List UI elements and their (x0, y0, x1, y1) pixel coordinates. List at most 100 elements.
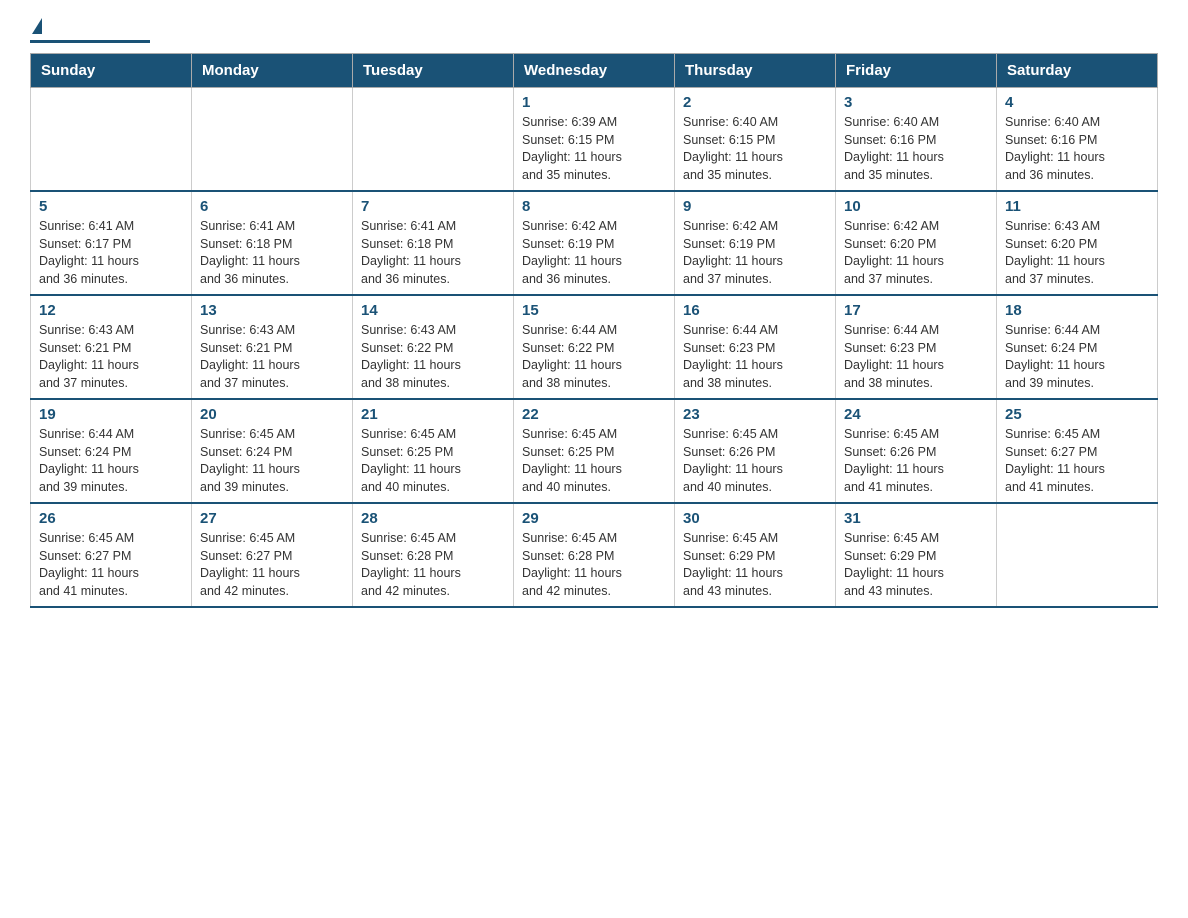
day-number: 2 (683, 94, 827, 111)
day-info: Sunrise: 6:42 AM Sunset: 6:19 PM Dayligh… (522, 218, 666, 288)
day-number: 23 (683, 406, 827, 423)
column-header-sunday: Sunday (31, 54, 192, 88)
calendar-week-row: 1 Sunrise: 6:39 AM Sunset: 6:15 PM Daylig… (31, 88, 1158, 192)
calendar-cell: 20 Sunrise: 6:45 AM Sunset: 6:24 PM Dayli… (192, 399, 353, 503)
day-number: 30 (683, 510, 827, 527)
day-info: Sunrise: 6:42 AM Sunset: 6:20 PM Dayligh… (844, 218, 988, 288)
day-info: Sunrise: 6:44 AM Sunset: 6:22 PM Dayligh… (522, 322, 666, 392)
day-info: Sunrise: 6:41 AM Sunset: 6:17 PM Dayligh… (39, 218, 183, 288)
day-number: 29 (522, 510, 666, 527)
calendar-cell: 13 Sunrise: 6:43 AM Sunset: 6:21 PM Dayli… (192, 295, 353, 399)
calendar-week-row: 12 Sunrise: 6:43 AM Sunset: 6:21 PM Dayli… (31, 295, 1158, 399)
day-info: Sunrise: 6:40 AM Sunset: 6:16 PM Dayligh… (1005, 114, 1149, 184)
day-number: 1 (522, 94, 666, 111)
calendar-cell: 25 Sunrise: 6:45 AM Sunset: 6:27 PM Dayli… (997, 399, 1158, 503)
column-header-thursday: Thursday (675, 54, 836, 88)
day-number: 11 (1005, 198, 1149, 215)
calendar-cell: 3Sunrise: 6:40 AM Sunset: 6:16 PM Daylig… (836, 88, 997, 192)
day-number: 18 (1005, 302, 1149, 319)
calendar-week-row: 5 Sunrise: 6:41 AM Sunset: 6:17 PM Daylig… (31, 191, 1158, 295)
day-info: Sunrise: 6:43 AM Sunset: 6:22 PM Dayligh… (361, 322, 505, 392)
logo-underline (30, 40, 150, 43)
day-number: 13 (200, 302, 344, 319)
day-info: Sunrise: 6:45 AM Sunset: 6:25 PM Dayligh… (522, 426, 666, 496)
day-info: Sunrise: 6:44 AM Sunset: 6:23 PM Dayligh… (844, 322, 988, 392)
day-number: 24 (844, 406, 988, 423)
calendar-cell: 1 Sunrise: 6:39 AM Sunset: 6:15 PM Daylig… (514, 88, 675, 192)
calendar-cell: 16 Sunrise: 6:44 AM Sunset: 6:23 PM Dayli… (675, 295, 836, 399)
day-number: 26 (39, 510, 183, 527)
day-number: 22 (522, 406, 666, 423)
day-number: 25 (1005, 406, 1149, 423)
calendar-cell: 14 Sunrise: 6:43 AM Sunset: 6:22 PM Dayli… (353, 295, 514, 399)
calendar-cell: 21 Sunrise: 6:45 AM Sunset: 6:25 PM Dayli… (353, 399, 514, 503)
day-info: Sunrise: 6:43 AM Sunset: 6:21 PM Dayligh… (39, 322, 183, 392)
calendar-cell: 29 Sunrise: 6:45 AM Sunset: 6:28 PM Dayli… (514, 503, 675, 607)
day-info: Sunrise: 6:42 AM Sunset: 6:19 PM Dayligh… (683, 218, 827, 288)
calendar-cell: 27 Sunrise: 6:45 AM Sunset: 6:27 PM Dayli… (192, 503, 353, 607)
day-info: Sunrise: 6:43 AM Sunset: 6:21 PM Dayligh… (200, 322, 344, 392)
day-info: Sunrise: 6:45 AM Sunset: 6:26 PM Dayligh… (683, 426, 827, 496)
calendar-cell: 4 Sunrise: 6:40 AM Sunset: 6:16 PM Daylig… (997, 88, 1158, 192)
day-number: 15 (522, 302, 666, 319)
day-info: Sunrise: 6:45 AM Sunset: 6:27 PM Dayligh… (1005, 426, 1149, 496)
calendar-cell: 22 Sunrise: 6:45 AM Sunset: 6:25 PM Dayli… (514, 399, 675, 503)
day-number: 19 (39, 406, 183, 423)
day-info: Sunrise: 6:45 AM Sunset: 6:28 PM Dayligh… (522, 530, 666, 600)
day-info: Sunrise: 6:39 AM Sunset: 6:15 PM Dayligh… (522, 114, 666, 184)
calendar-cell: 18 Sunrise: 6:44 AM Sunset: 6:24 PM Dayli… (997, 295, 1158, 399)
logo (30, 20, 150, 43)
day-number: 20 (200, 406, 344, 423)
day-info: Sunrise: 6:44 AM Sunset: 6:23 PM Dayligh… (683, 322, 827, 392)
calendar-header-row: SundayMondayTuesdayWednesdayThursdayFrid… (31, 54, 1158, 88)
calendar-cell: 15 Sunrise: 6:44 AM Sunset: 6:22 PM Dayli… (514, 295, 675, 399)
calendar-cell: 30Sunrise: 6:45 AM Sunset: 6:29 PM Dayli… (675, 503, 836, 607)
calendar-cell (192, 88, 353, 192)
calendar-cell: 6Sunrise: 6:41 AM Sunset: 6:18 PM Daylig… (192, 191, 353, 295)
day-number: 4 (1005, 94, 1149, 111)
day-number: 3 (844, 94, 988, 111)
day-info: Sunrise: 6:45 AM Sunset: 6:24 PM Dayligh… (200, 426, 344, 496)
day-number: 6 (200, 198, 344, 215)
day-number: 12 (39, 302, 183, 319)
day-info: Sunrise: 6:45 AM Sunset: 6:28 PM Dayligh… (361, 530, 505, 600)
day-info: Sunrise: 6:45 AM Sunset: 6:26 PM Dayligh… (844, 426, 988, 496)
calendar-cell: 8 Sunrise: 6:42 AM Sunset: 6:19 PM Daylig… (514, 191, 675, 295)
calendar-week-row: 26 Sunrise: 6:45 AM Sunset: 6:27 PM Dayli… (31, 503, 1158, 607)
day-number: 31 (844, 510, 988, 527)
calendar-cell: 5 Sunrise: 6:41 AM Sunset: 6:17 PM Daylig… (31, 191, 192, 295)
calendar-cell (31, 88, 192, 192)
calendar-cell: 24 Sunrise: 6:45 AM Sunset: 6:26 PM Dayli… (836, 399, 997, 503)
day-info: Sunrise: 6:45 AM Sunset: 6:25 PM Dayligh… (361, 426, 505, 496)
day-info: Sunrise: 6:44 AM Sunset: 6:24 PM Dayligh… (1005, 322, 1149, 392)
day-info: Sunrise: 6:45 AM Sunset: 6:27 PM Dayligh… (39, 530, 183, 600)
day-number: 21 (361, 406, 505, 423)
calendar-cell: 10 Sunrise: 6:42 AM Sunset: 6:20 PM Dayli… (836, 191, 997, 295)
calendar-table: SundayMondayTuesdayWednesdayThursdayFrid… (30, 53, 1158, 608)
day-number: 14 (361, 302, 505, 319)
day-info: Sunrise: 6:40 AM Sunset: 6:15 PM Dayligh… (683, 114, 827, 184)
calendar-cell: 26 Sunrise: 6:45 AM Sunset: 6:27 PM Dayli… (31, 503, 192, 607)
day-info: Sunrise: 6:45 AM Sunset: 6:29 PM Dayligh… (844, 530, 988, 600)
day-number: 7 (361, 198, 505, 215)
calendar-cell: 31 Sunrise: 6:45 AM Sunset: 6:29 PM Dayli… (836, 503, 997, 607)
calendar-cell: 12 Sunrise: 6:43 AM Sunset: 6:21 PM Dayli… (31, 295, 192, 399)
calendar-cell: 28Sunrise: 6:45 AM Sunset: 6:28 PM Dayli… (353, 503, 514, 607)
day-number: 27 (200, 510, 344, 527)
day-number: 16 (683, 302, 827, 319)
calendar-cell (997, 503, 1158, 607)
column-header-saturday: Saturday (997, 54, 1158, 88)
calendar-cell: 23 Sunrise: 6:45 AM Sunset: 6:26 PM Dayli… (675, 399, 836, 503)
calendar-cell (353, 88, 514, 192)
day-number: 10 (844, 198, 988, 215)
calendar-cell: 17Sunrise: 6:44 AM Sunset: 6:23 PM Dayli… (836, 295, 997, 399)
calendar-cell: 2 Sunrise: 6:40 AM Sunset: 6:15 PM Daylig… (675, 88, 836, 192)
day-info: Sunrise: 6:43 AM Sunset: 6:20 PM Dayligh… (1005, 218, 1149, 288)
day-info: Sunrise: 6:44 AM Sunset: 6:24 PM Dayligh… (39, 426, 183, 496)
day-info: Sunrise: 6:41 AM Sunset: 6:18 PM Dayligh… (361, 218, 505, 288)
day-number: 8 (522, 198, 666, 215)
column-header-monday: Monday (192, 54, 353, 88)
day-info: Sunrise: 6:45 AM Sunset: 6:27 PM Dayligh… (200, 530, 344, 600)
day-number: 5 (39, 198, 183, 215)
logo-triangle-icon (32, 18, 42, 34)
